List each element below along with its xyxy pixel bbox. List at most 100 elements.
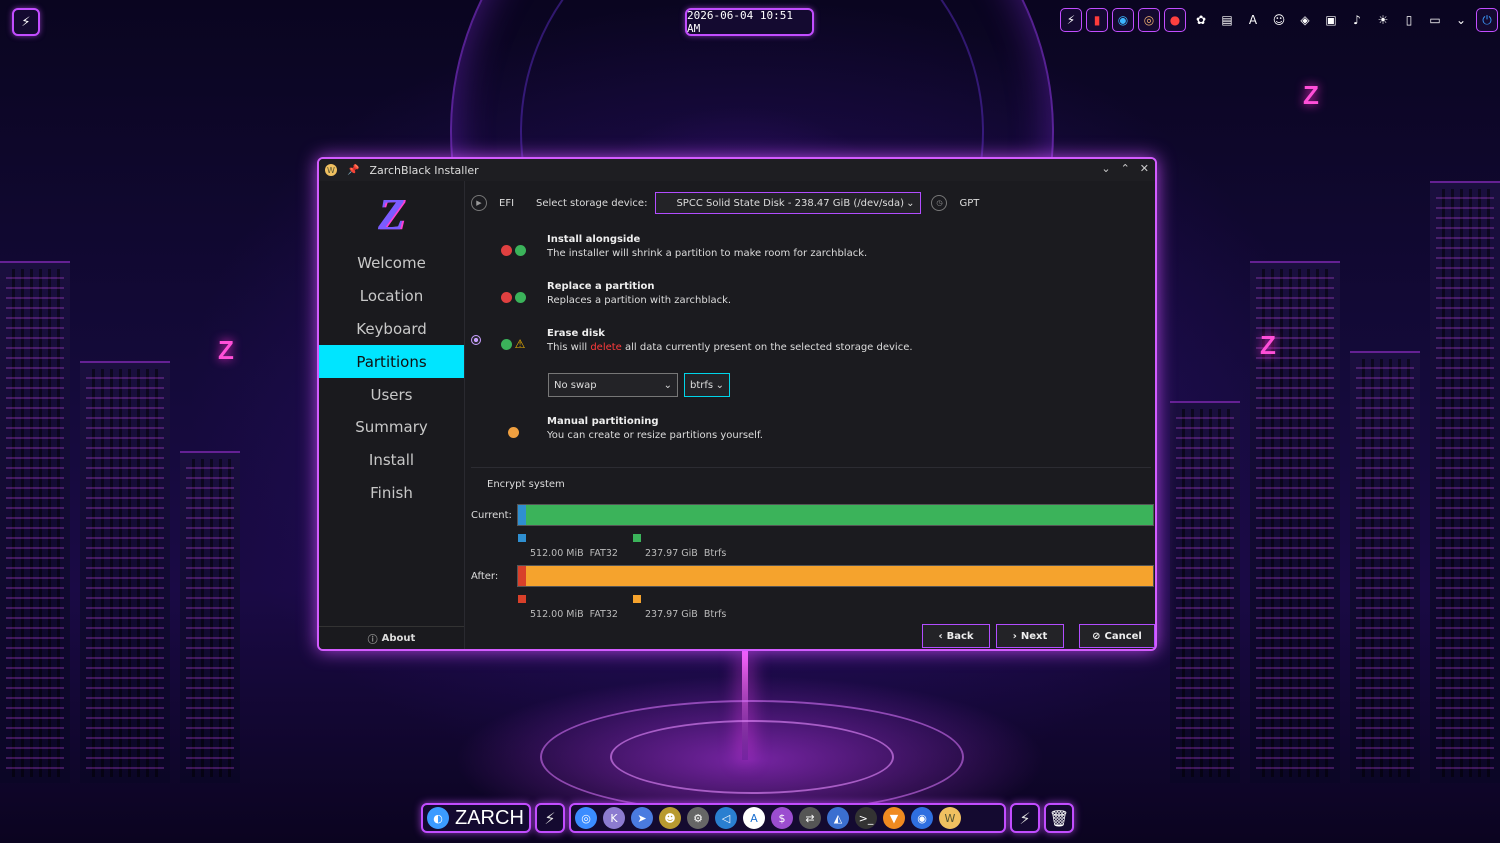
building: [1350, 351, 1420, 783]
install-alongside-icon: [493, 233, 533, 267]
after-label: After:: [471, 571, 499, 582]
maximize-icon[interactable]: ⌃: [1121, 162, 1130, 175]
option-manual-partitioning[interactable]: Manual partitioning You can create or res…: [471, 415, 763, 449]
power-icon[interactable]: ⏻: [1476, 8, 1498, 32]
storage-device-combo[interactable]: SPCC Solid State Disk - 238.47 GiB (/dev…: [655, 192, 922, 214]
building: [0, 261, 70, 783]
power-red-icon[interactable]: ▮: [1086, 8, 1108, 32]
usb-icon[interactable]: ▯: [1398, 8, 1420, 32]
zarch-launcher-icon[interactable]: ⚡: [12, 8, 40, 36]
chevron-down-icon[interactable]: ⌄: [1450, 8, 1472, 32]
switch-icon[interactable]: ⇄: [799, 807, 821, 829]
chevron-left-icon: ‹: [938, 630, 943, 642]
step-location: Location: [359, 287, 424, 306]
cancel-button[interactable]: ⊘ Cancel: [1079, 624, 1155, 648]
step-install: Install: [368, 451, 415, 470]
sidebar: Z Welcome Location Keyboard Partitions U…: [319, 181, 465, 649]
chrome-icon[interactable]: ◉: [911, 807, 933, 829]
panel-icon[interactable]: ▤: [1216, 8, 1238, 32]
vscode-icon[interactable]: ◁: [715, 807, 737, 829]
encrypt-system-checkbox[interactable]: Encrypt system: [487, 479, 565, 490]
about-button[interactable]: ⓘ About: [319, 626, 464, 649]
info-icon: ⓘ: [367, 634, 378, 646]
pin-icon[interactable]: 📌: [347, 165, 359, 176]
manual-partitioning-icon: [493, 415, 533, 449]
title-bar[interactable]: W 📌 ZarchBlack Installer ⌄ ⌃ ✕: [319, 159, 1155, 181]
telegram-icon[interactable]: ➤: [631, 807, 653, 829]
replace-partition-icon: [493, 280, 533, 314]
brave-icon[interactable]: ▼: [883, 807, 905, 829]
kvantum-icon[interactable]: K: [603, 807, 625, 829]
install-icon[interactable]: W: [939, 807, 961, 829]
building: [1430, 181, 1500, 783]
erase-disk-icon: ⚠: [493, 327, 533, 361]
separator: [471, 467, 1151, 468]
archstore-icon[interactable]: A: [743, 807, 765, 829]
option-replace-partition[interactable]: Replace a partition Replaces a partition …: [471, 280, 731, 314]
system-tray: ⚡ ▮ ◉ ◎ ● ✿ ▤ A ☺ ◈ ▣ ♪ ☀ ▯ ▭ ⌄ ⏻: [1060, 8, 1498, 32]
installer-window: W 📌 ZarchBlack Installer ⌄ ⌃ ✕ Z Welcome…: [317, 157, 1157, 651]
shop-icon[interactable]: $: [771, 807, 793, 829]
select-device-label: Select storage device:: [536, 197, 648, 209]
trash-icon: 🗑: [1048, 808, 1070, 828]
step-summary: Summary: [355, 418, 428, 437]
zarch-dock-button[interactable]: ◐ ZARCH: [421, 803, 531, 833]
after-efi-segment: [518, 566, 526, 586]
donut-icon[interactable]: ◎: [1138, 8, 1160, 32]
back-button[interactable]: ‹ Back: [922, 624, 990, 648]
neon-z-sign: Z: [218, 335, 234, 365]
efi-label: EFI: [499, 197, 515, 209]
browser-icon[interactable]: ◉: [1112, 8, 1134, 32]
current-btrfs-segment: [526, 505, 1153, 525]
zarch-icon: ⚡: [1019, 808, 1031, 828]
radio-replace-partition[interactable]: [471, 288, 481, 298]
terminal-icon[interactable]: ▣: [1320, 8, 1342, 32]
dolphin-icon[interactable]: ◭: [827, 807, 849, 829]
next-button[interactable]: › Next: [996, 624, 1064, 648]
settings-icon[interactable]: ⚙: [687, 807, 709, 829]
after-partition-bar: [517, 565, 1154, 587]
water-ripple-inner: [610, 720, 894, 794]
trash-button[interactable]: 🗑: [1044, 803, 1074, 833]
gpt-label: GPT: [959, 197, 980, 209]
network-icon[interactable]: ◈: [1294, 8, 1316, 32]
font-icon[interactable]: A: [1242, 8, 1264, 32]
step-finish: Finish: [370, 483, 413, 502]
partition-page: ▶ EFI Select storage device: SPCC Solid …: [465, 181, 1155, 649]
after-legend-btrfs: 237.97 GiB Btrfs: [633, 595, 726, 620]
radio-install-alongside[interactable]: [471, 241, 481, 251]
brightness-icon[interactable]: ☀: [1372, 8, 1394, 32]
cat-icon[interactable]: ☻: [659, 807, 681, 829]
current-efi-segment: [518, 505, 526, 525]
zarch-menu-button[interactable]: ⚡: [1010, 803, 1040, 833]
terminal-icon[interactable]: >_: [855, 807, 877, 829]
cancel-icon: ⊘: [1092, 630, 1101, 642]
filesystem-select[interactable]: btrfs ⌄: [684, 373, 730, 397]
neon-z-sign: Z: [1303, 80, 1319, 110]
user-icon[interactable]: ☺: [1268, 8, 1290, 32]
building: [1170, 401, 1240, 783]
close-icon[interactable]: ✕: [1140, 162, 1149, 175]
chromium-icon[interactable]: ◎: [575, 807, 597, 829]
zarch-logo-icon: ◐: [427, 807, 449, 829]
dock-brand: ZARCH: [455, 806, 524, 829]
red-app-icon[interactable]: ●: [1164, 8, 1186, 32]
app-dock: ◎ K ➤ ☻ ⚙ ◁ A $ ⇄ ◭ >_ ▼ ◉ W: [569, 803, 1006, 833]
palette-icon[interactable]: ✿: [1190, 8, 1212, 32]
option-install-alongside[interactable]: Install alongside The installer will shri…: [471, 233, 867, 267]
chevron-down-icon: ⌄: [663, 379, 672, 391]
zarch-tool-button[interactable]: ⚡: [535, 803, 565, 833]
after-btrfs-segment: [526, 566, 1153, 586]
option-erase-disk[interactable]: ⚠ Erase disk This will delete all data c…: [471, 327, 913, 361]
swap-select[interactable]: No swap ⌄: [548, 373, 678, 397]
radio-erase-disk[interactable]: [471, 335, 481, 345]
radio-manual-partitioning[interactable]: [471, 423, 481, 433]
zarch-icon[interactable]: ⚡: [1060, 8, 1082, 32]
minimize-icon[interactable]: ⌄: [1101, 162, 1110, 175]
efi-icon: ▶: [471, 195, 487, 211]
current-label: Current:: [471, 510, 512, 521]
step-list: Welcome Location Keyboard Partitions Use…: [319, 247, 464, 509]
clock[interactable]: 2026-06-04 10:51 AM: [685, 8, 814, 36]
display-icon[interactable]: ▭: [1424, 8, 1446, 32]
volume-icon[interactable]: ♪: [1346, 8, 1368, 32]
